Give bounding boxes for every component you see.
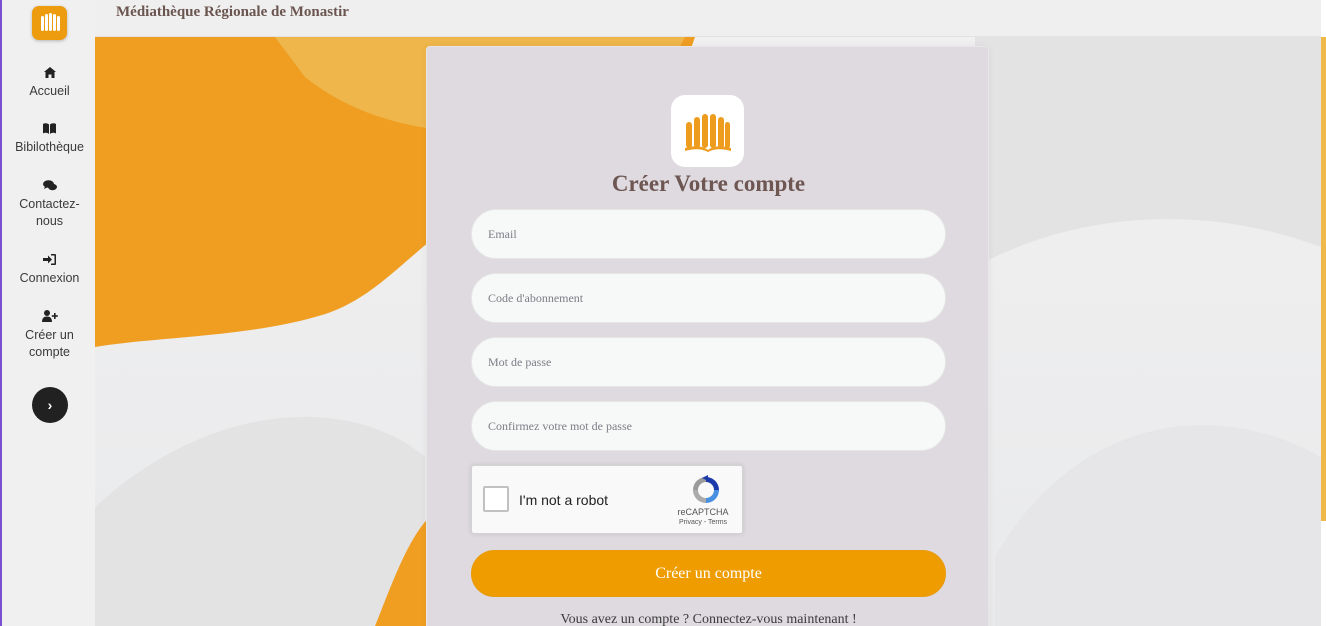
books-icon: [40, 13, 60, 31]
sidebar-item-label: Contactez-: [19, 197, 80, 211]
user-plus-icon: [2, 310, 97, 326]
recaptcha-logo-icon: [693, 475, 719, 503]
recaptcha-checkbox[interactable]: [483, 486, 509, 512]
sidebar-item-label: compte: [29, 345, 70, 359]
right-accent-bar: [1321, 37, 1326, 521]
sidebar-item-creer-compte[interactable]: Créer un compte: [2, 310, 97, 361]
sidebar: Accueil Bibilothèque Contactez- nous Con…: [0, 0, 95, 626]
books-icon: [684, 114, 731, 152]
book-icon: [2, 122, 97, 138]
subscription-code-field[interactable]: [471, 273, 946, 323]
sidebar-item-label: Connexion: [19, 271, 80, 285]
email-field[interactable]: [471, 209, 946, 259]
login-prompt: Vous avez un compte ? Connectez-vous mai…: [427, 612, 990, 626]
comments-icon: [2, 179, 97, 195]
confirm-password-field[interactable]: [471, 401, 946, 451]
home-icon: [2, 66, 97, 82]
sidebar-item-contact[interactable]: Contactez- nous: [2, 179, 97, 230]
password-field[interactable]: [471, 337, 946, 387]
login-link[interactable]: Vous avez un compte ? Connectez-vous mai…: [560, 612, 856, 626]
recaptcha-label: I'm not a robot: [519, 492, 609, 508]
page-title: Créer Votre compte: [611, 171, 806, 196]
card-logo: [671, 95, 744, 167]
sidebar-toggle-button[interactable]: ›: [32, 387, 68, 423]
sidebar-item-connexion[interactable]: Connexion: [2, 253, 97, 287]
sidebar-item-label: Accueil: [29, 84, 70, 98]
recaptcha-brand: reCAPTCHA: [677, 507, 729, 517]
sidebar-item-label: Bibilothèque: [15, 140, 84, 154]
create-account-button[interactable]: Créer un compte: [471, 550, 946, 597]
recaptcha-widget: I'm not a robot reCAPTCHA Privacy - Term…: [471, 465, 743, 534]
sidebar-item-label: nous: [35, 214, 64, 228]
sidebar-item-accueil[interactable]: Accueil: [2, 66, 97, 100]
sidebar-item-bibliotheque[interactable]: Bibilothèque: [2, 122, 97, 156]
register-card: Créer Votre compte I'm not a robot reCAP…: [426, 46, 989, 626]
sidebar-item-label: Créer un: [25, 328, 74, 342]
top-bar: Médiathèque Régionale de Monastir: [95, 0, 1321, 37]
chevron-right-icon: ›: [47, 397, 53, 413]
app-brand: Médiathèque Régionale de Monastir: [116, 4, 349, 20]
sign-in-icon: [2, 253, 97, 269]
recaptcha-links[interactable]: Privacy - Terms: [662, 519, 744, 526]
app-logo[interactable]: [32, 6, 67, 40]
